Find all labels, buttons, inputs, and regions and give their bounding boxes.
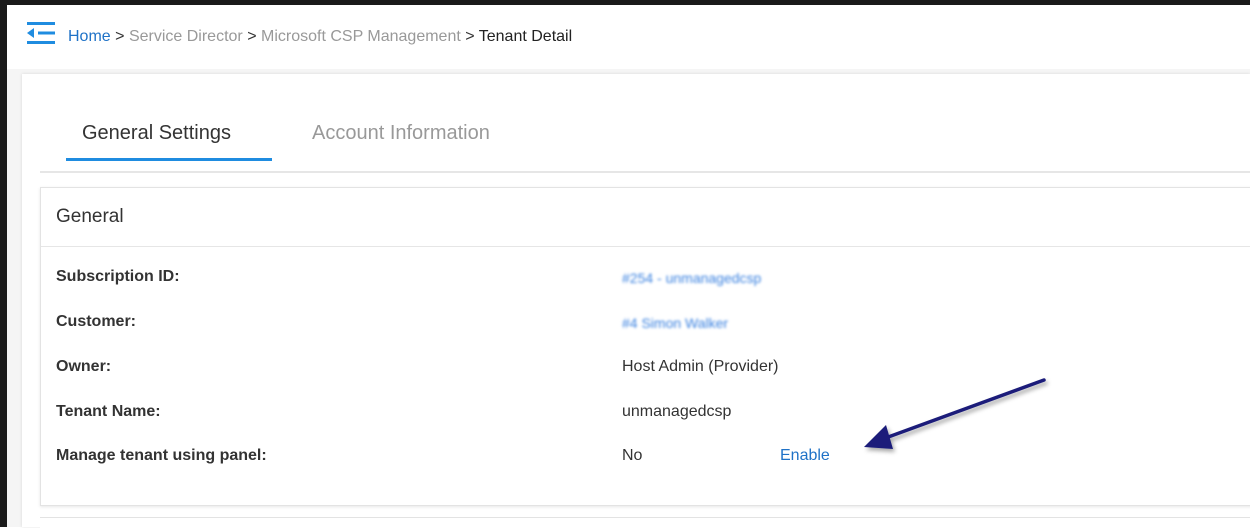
window-frame-left: [0, 0, 7, 527]
panel-header: General: [41, 188, 1250, 247]
panel-title: General: [56, 206, 124, 227]
breadcrumb-service-director[interactable]: Service Director: [129, 28, 243, 45]
customer-link[interactable]: #4 Simon Walker: [622, 313, 728, 333]
manage-tenant-label: Manage tenant using panel:: [56, 447, 267, 464]
tab-general-settings[interactable]: General Settings: [82, 120, 231, 146]
breadcrumb-separator: >: [465, 28, 475, 45]
tab-bar: General Settings Account Information: [40, 100, 1250, 173]
subscription-id-link[interactable]: #254 - unmanagedcsp: [622, 268, 761, 288]
subscription-id-label: Subscription ID:: [56, 268, 180, 285]
tenant-name-label: Tenant Name:: [56, 403, 161, 420]
arrow-annotation: [864, 378, 1046, 449]
owner-label: Owner:: [56, 358, 112, 375]
breadcrumb-current: Tenant Detail: [478, 28, 573, 45]
owner-value: Host Admin (Provider): [622, 358, 779, 375]
breadcrumb-home[interactable]: Home: [68, 28, 111, 45]
tenant-name-value: unmanagedcsp: [622, 403, 732, 420]
active-tab-indicator: [66, 158, 272, 161]
tab-account-information[interactable]: Account Information: [312, 120, 490, 146]
customer-label: Customer:: [56, 313, 137, 330]
breadcrumb-csp-management[interactable]: Microsoft CSP Management: [261, 28, 461, 45]
menu-collapse-icon[interactable]: [27, 22, 55, 44]
next-panel-edge: [40, 517, 1250, 528]
manage-tenant-value: No: [622, 447, 643, 464]
general-panel: General Subscription ID: #254 - unmanage…: [40, 187, 1250, 506]
breadcrumb-separator: >: [247, 28, 257, 45]
breadcrumb: Home > Service Director > Microsoft CSP …: [68, 27, 572, 47]
breadcrumb-separator: >: [115, 28, 125, 45]
